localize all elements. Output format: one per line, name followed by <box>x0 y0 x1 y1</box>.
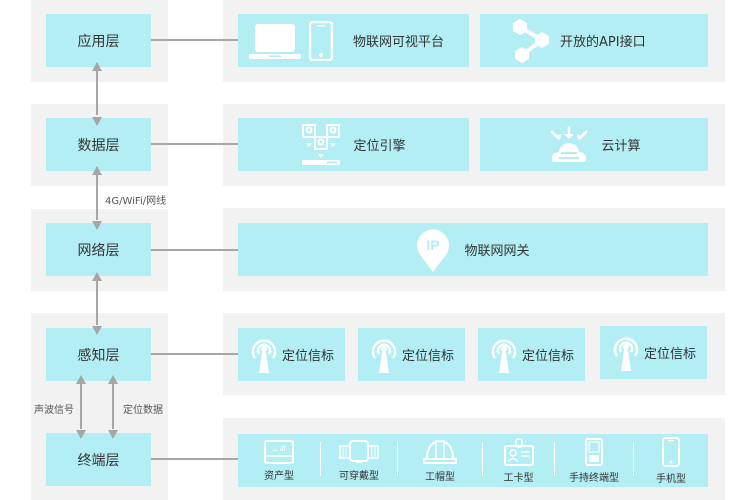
terminal-label: 可穿戴型 <box>339 470 379 482</box>
arrow-label-location-data: 定位数据 <box>123 405 163 416</box>
perception-item-beacon-4: 定位信标 <box>600 326 707 379</box>
asset-tag-text: ... /// <box>272 446 286 453</box>
item-label: 开放的API接口 <box>560 35 646 50</box>
connector-terminal <box>151 458 238 460</box>
cloud-computing-icon <box>547 125 591 165</box>
terminal-item-asset: ... /// 资产型 <box>238 434 320 487</box>
beacon-antenna-icon <box>369 336 399 374</box>
item-label: 定位信标 <box>521 349 574 364</box>
terminal-item-handheld: 手持终端型 <box>555 434 633 487</box>
ip-pin-text: IP <box>427 237 440 253</box>
perception-item-beacon-1: 定位信标 <box>238 328 345 381</box>
terminal-label: 工帽型 <box>425 471 455 483</box>
arrow-label-sound-signal: 声波信号 <box>34 405 74 416</box>
data-item-positioning-engine: 定位引擎 <box>238 118 469 171</box>
layer-terminal: 终端层 <box>46 433 151 486</box>
terminal-row: ... /// 资产型 可穿戴型 工帽型 工卡型 手持终端型 手机型 <box>238 434 708 487</box>
connector-network <box>151 249 238 251</box>
terminal-item-helmet: 工帽型 <box>398 434 482 487</box>
item-label: 定位信标 <box>281 349 334 364</box>
beacon-antenna-icon <box>249 336 279 374</box>
terminal-label: 手机型 <box>656 473 686 485</box>
layer-label: 数据层 <box>77 137 120 154</box>
beacon-antenna-icon <box>611 334 641 372</box>
layer-label: 网络层 <box>77 242 120 259</box>
item-label: 定位信标 <box>401 349 454 364</box>
item-label: 云计算 <box>601 139 641 154</box>
terminal-item-badge: 工卡型 <box>483 434 554 487</box>
laptop-icon <box>249 22 301 60</box>
layer-label: 应用层 <box>77 33 120 50</box>
layer-network: 网络层 <box>46 223 151 276</box>
beacon-antenna-icon <box>489 336 519 374</box>
data-item-cloud-computing: 云计算 <box>480 118 708 171</box>
layer-application: 应用层 <box>46 14 151 67</box>
layer-label: 终端层 <box>77 452 120 469</box>
app-item-open-api: 开放的API接口 <box>480 14 708 67</box>
app-item-iot-platform: 物联网可视平台 <box>238 14 469 67</box>
perception-item-beacon-2: 定位信标 <box>358 328 465 381</box>
asset-tag-icon: ... /// <box>264 439 294 464</box>
connector-application <box>151 39 238 41</box>
item-label: 定位信标 <box>643 347 696 362</box>
terminal-item-mobile: 手机型 <box>634 434 708 487</box>
arrow-label-data-network: 4G/WiFi/网线 <box>105 196 167 207</box>
layer-perception: 感知层 <box>46 328 151 381</box>
share-nodes-icon <box>510 18 552 64</box>
layer-label: 感知层 <box>77 347 120 364</box>
item-label: 物联网可视平台 <box>353 35 445 50</box>
ip-pin-icon: IP <box>416 227 450 273</box>
smartphone-icon <box>309 20 333 61</box>
connector-data <box>151 143 238 145</box>
badge-card-icon <box>503 437 534 466</box>
terminal-item-wearable: 可穿戴型 <box>321 434 397 487</box>
network-item-iot-gateway: IP 物联网网关 <box>238 223 708 276</box>
terminal-label: 工卡型 <box>503 472 534 484</box>
terminal-label: 资产型 <box>264 470 294 482</box>
helmet-icon <box>423 439 457 465</box>
item-label: 定位引擎 <box>353 139 406 154</box>
positioning-engine-icon <box>301 123 341 167</box>
mobile-phone-icon <box>662 436 680 467</box>
handheld-terminal-icon <box>585 437 603 466</box>
perception-item-beacon-3: 定位信标 <box>478 328 585 381</box>
terminal-label: 手持终端型 <box>569 472 619 484</box>
wristband-icon <box>339 439 379 464</box>
item-label: 物联网网关 <box>464 244 530 259</box>
connector-perception <box>151 353 238 355</box>
